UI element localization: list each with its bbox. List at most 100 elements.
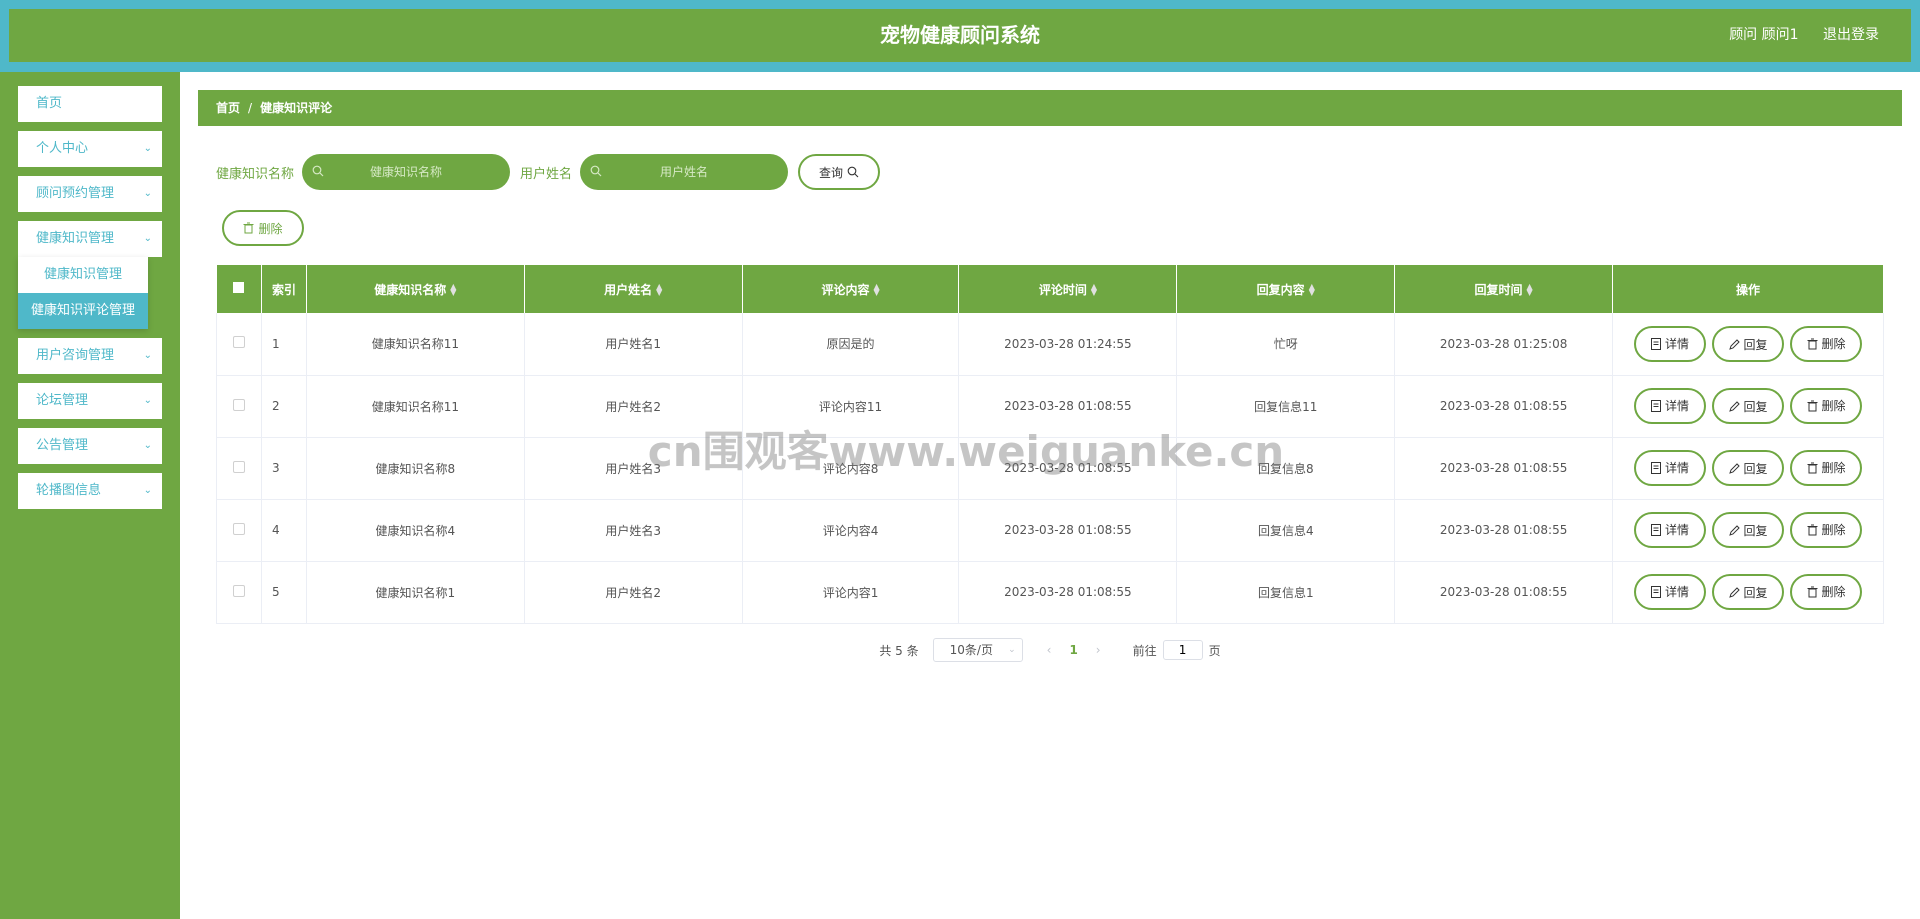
top-bar: 宠物健康顾问系统 顾问 顾问1 退出登录: [0, 0, 1920, 72]
detail-button[interactable]: 详情: [1634, 573, 1707, 610]
delete-button-label: 删除: [1821, 461, 1846, 476]
cell-knowledge-name: 健康知识名称1: [306, 561, 525, 624]
batch-delete-button[interactable]: 删除: [222, 210, 304, 246]
submenu-item-health-knowledge[interactable]: 健康知识管理: [18, 257, 148, 293]
sort-icon[interactable]: ▲ ▼: [1309, 283, 1315, 297]
user-name-input[interactable]: [580, 154, 789, 190]
search-icon: [590, 165, 602, 177]
page-number-current[interactable]: 1: [1069, 643, 1077, 657]
cell-user-name: 用户姓名3: [524, 499, 743, 562]
row-select-cell: [216, 499, 262, 562]
reply-button[interactable]: 回复: [1712, 326, 1785, 362]
column-header-reply-time[interactable]: 回复时间 ▲ ▼: [1394, 265, 1614, 313]
reply-button[interactable]: 回复: [1712, 512, 1785, 549]
column-header-user-name[interactable]: 用户姓名 ▲ ▼: [524, 265, 743, 313]
cell-comment-time: 2023-03-28 01:08:55: [958, 437, 1178, 500]
sidebar-item-label: 首页: [36, 96, 63, 111]
select-all-checkbox[interactable]: [233, 282, 245, 293]
cell-actions: 详情 回复 删除: [1612, 313, 1884, 376]
detail-button-label: 详情: [1665, 461, 1690, 476]
row-checkbox[interactable]: [232, 398, 245, 411]
cell-reply-content: 忙呀: [1176, 313, 1396, 376]
sidebar-item-label: 顾问预约管理: [36, 186, 115, 201]
edit-icon: [1728, 525, 1740, 536]
delete-button[interactable]: 删除: [1790, 387, 1863, 424]
cell-user-name: 用户姓名1: [524, 313, 743, 376]
select-all-header[interactable]: [216, 265, 262, 313]
search-icon: [312, 165, 324, 177]
column-header-comment-content[interactable]: 评论内容 ▲ ▼: [742, 265, 960, 313]
goto-page: 前往 页: [1133, 640, 1221, 660]
detail-button[interactable]: 详情: [1634, 325, 1707, 362]
cell-actions: 详情 回复 删除: [1612, 437, 1884, 500]
column-header-label: 评论时间: [1038, 282, 1087, 297]
user-name-search: [580, 154, 789, 190]
header: 宠物健康顾问系统 顾问 顾问1 退出登录: [9, 9, 1911, 62]
trash-icon: [1807, 400, 1818, 412]
detail-button[interactable]: 详情: [1634, 387, 1707, 424]
row-checkbox[interactable]: [232, 522, 245, 535]
sort-icon[interactable]: ▲ ▼: [656, 283, 662, 297]
reply-button[interactable]: 回复: [1712, 388, 1785, 425]
delete-button[interactable]: 删除: [1790, 573, 1863, 610]
sidebar-item-personal-center[interactable]: 个人中心 ⌄: [18, 131, 162, 167]
sidebar-item-label: 健康知识管理: [36, 231, 115, 246]
column-header-knowledge-name[interactable]: 健康知识名称 ▲ ▼: [306, 265, 525, 313]
detail-button[interactable]: 详情: [1634, 511, 1707, 548]
cell-comment-time: 2023-03-28 01:08:55: [958, 375, 1178, 438]
next-page-icon[interactable]: ›: [1096, 643, 1101, 657]
table-row: 2 健康知识名称11 用户姓名2 评论内容11 2023-03-28 01:08…: [216, 375, 1884, 438]
reply-button-label: 回复: [1743, 523, 1768, 538]
delete-button[interactable]: 删除: [1790, 325, 1863, 362]
sidebar-item-home[interactable]: 首页: [18, 86, 162, 122]
cell-comment-content: 原因是的: [742, 313, 960, 376]
reply-button-label: 回复: [1743, 399, 1768, 414]
sort-icon[interactable]: ▲ ▼: [873, 283, 879, 297]
document-icon: [1651, 337, 1662, 350]
cell-user-name: 用户姓名2: [524, 375, 743, 438]
delete-button[interactable]: 删除: [1790, 449, 1863, 486]
row-checkbox[interactable]: [232, 336, 245, 349]
goto-page-input[interactable]: [1162, 640, 1203, 660]
logout-link[interactable]: 退出登录: [1823, 27, 1879, 43]
row-checkbox[interactable]: [232, 584, 245, 597]
page-size-select[interactable]: 10条/页 ⌄: [932, 638, 1023, 662]
pagination-total: 共 5 条: [879, 643, 919, 658]
cell-knowledge-name: 健康知识名称11: [306, 313, 525, 376]
sidebar-item-label: 用户咨询管理: [36, 348, 115, 363]
sidebar-item-health-knowledge[interactable]: 健康知识管理 ⌄: [18, 221, 162, 257]
cell-user-name: 用户姓名3: [524, 437, 743, 500]
delete-button[interactable]: 删除: [1790, 511, 1863, 548]
sort-icon[interactable]: ▲ ▼: [1527, 283, 1533, 297]
table-header-row: 索引 健康知识名称 ▲ ▼ 用户姓名 ▲ ▼ 评论内容 ▲ ▼ 评论时间 ▲ ▼ 回复内容 ▲ ▼ …: [216, 265, 1884, 313]
sidebar-item-announcements[interactable]: 公告管理 ⌄: [18, 428, 162, 464]
batch-delete-label: 删除: [258, 221, 283, 236]
submenu-item-health-knowledge-comments[interactable]: 健康知识评论管理: [18, 293, 148, 329]
column-header-comment-time[interactable]: 评论时间 ▲ ▼: [958, 265, 1178, 313]
trash-icon: [1807, 462, 1818, 474]
delete-button-label: 删除: [1821, 337, 1846, 351]
sidebar-item-user-consultation[interactable]: 用户咨询管理 ⌄: [18, 338, 162, 374]
row-checkbox[interactable]: [232, 460, 245, 473]
cell-knowledge-name: 健康知识名称8: [306, 437, 525, 500]
query-button[interactable]: 查询: [798, 154, 881, 190]
cell-reply-time: 2023-03-28 01:08:55: [1394, 375, 1614, 438]
breadcrumb-home[interactable]: 首页: [216, 101, 240, 115]
cell-comment-content: 评论内容1: [742, 561, 960, 624]
sidebar-item-consultant-appointments[interactable]: 顾问预约管理 ⌄: [18, 176, 162, 212]
sidebar-item-label: 轮播图信息: [36, 483, 102, 498]
knowledge-name-input[interactable]: [302, 154, 511, 190]
sort-icon[interactable]: ▲ ▼: [450, 283, 456, 297]
prev-page-icon[interactable]: ‹: [1047, 643, 1052, 657]
table-row: 3 健康知识名称8 用户姓名3 评论内容8 2023-03-28 01:08:5…: [216, 437, 1884, 500]
sidebar-item-carousel[interactable]: 轮播图信息 ⌄: [18, 473, 162, 509]
sort-icon[interactable]: ▲ ▼: [1091, 283, 1097, 297]
sidebar-item-forum[interactable]: 论坛管理 ⌄: [18, 383, 162, 419]
cell-reply-content: 回复信息4: [1176, 499, 1396, 562]
column-header-reply-content[interactable]: 回复内容 ▲ ▼: [1176, 265, 1396, 313]
goto-prefix: 前往: [1132, 643, 1157, 658]
reply-button[interactable]: 回复: [1712, 574, 1785, 611]
cell-index: 5: [261, 561, 307, 624]
detail-button[interactable]: 详情: [1634, 449, 1707, 486]
reply-button[interactable]: 回复: [1712, 450, 1785, 487]
